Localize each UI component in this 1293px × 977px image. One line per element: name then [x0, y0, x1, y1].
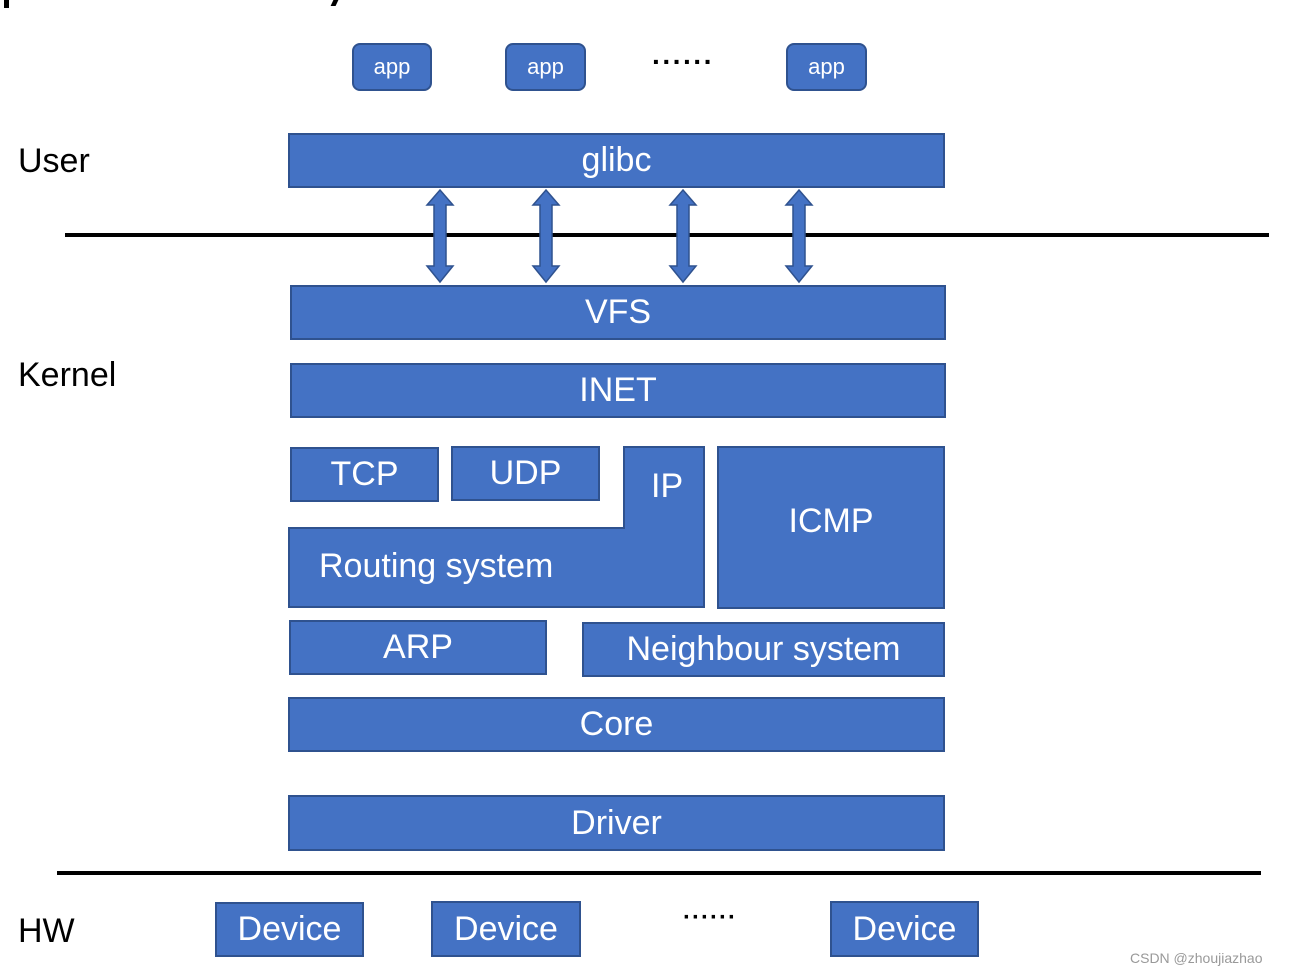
devices-ellipsis: ······ — [683, 904, 737, 931]
inet-layer: INET — [290, 363, 946, 418]
device-box: Device — [830, 901, 979, 957]
ip-layer: IP — [651, 467, 684, 505]
driver-layer: Driver — [288, 795, 945, 851]
core-layer: Core — [288, 697, 945, 752]
double-arrow-icon — [425, 188, 455, 284]
device-box: Device — [431, 901, 581, 957]
ip-routing-shape — [288, 446, 705, 608]
device-box: Device — [215, 902, 364, 957]
double-arrow-icon — [668, 188, 698, 284]
double-arrow-icon — [784, 188, 814, 284]
routing-system-layer: Routing system — [319, 547, 554, 585]
double-arrow-icon — [531, 188, 561, 284]
icmp-layer: ICMP — [717, 446, 945, 609]
arp-layer: ARP — [289, 620, 547, 675]
neighbour-system-layer: Neighbour system — [582, 622, 945, 677]
vfs-layer: VFS — [290, 285, 946, 340]
watermark: CSDN @zhoujiazhao — [1130, 950, 1263, 966]
kernel-hw-boundary — [57, 871, 1261, 875]
